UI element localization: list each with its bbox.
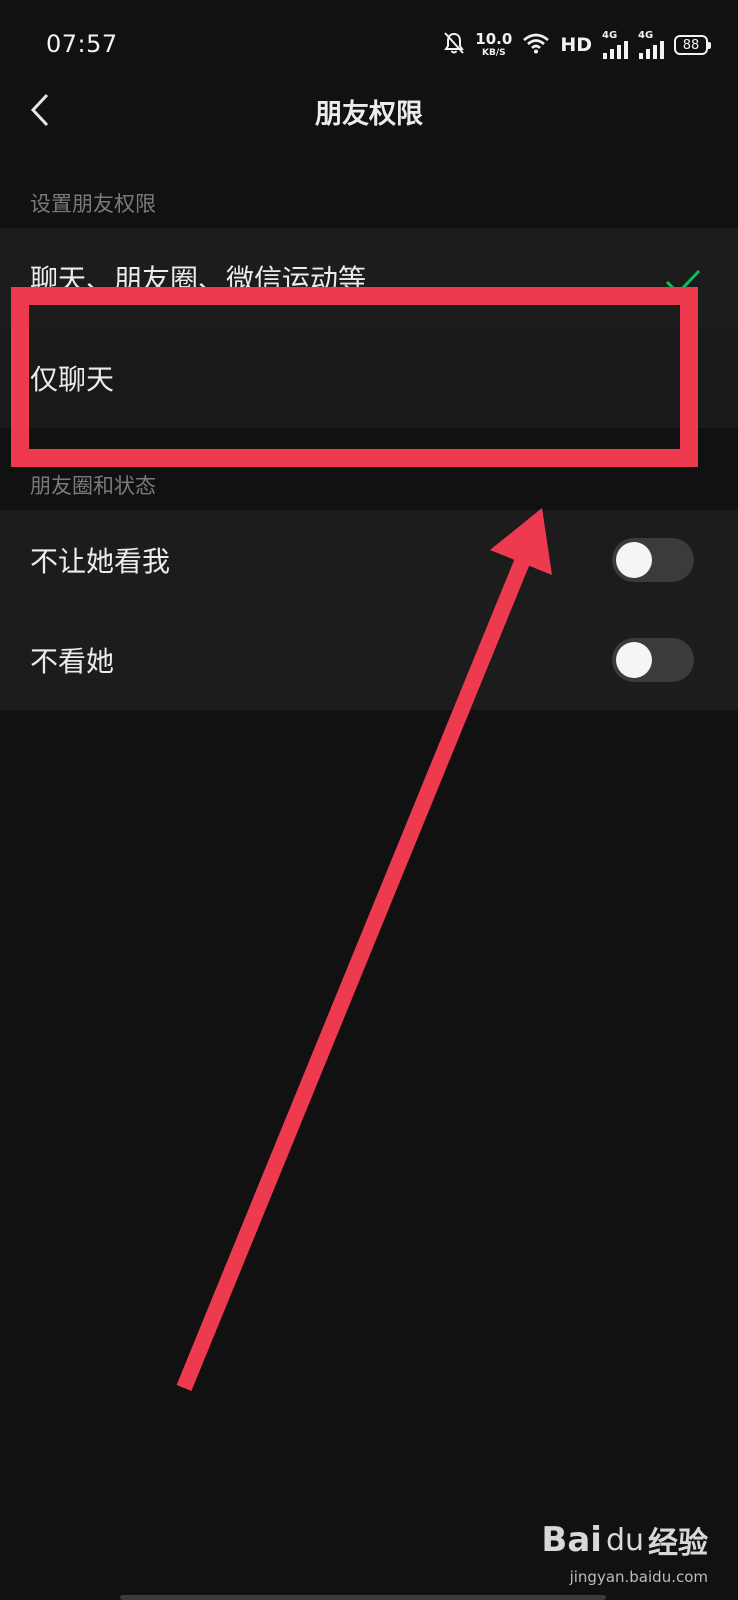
- row-hide-her-posts: 不看她: [0, 610, 738, 710]
- toggle-knob: [616, 642, 652, 678]
- signal-1: 4G: [602, 31, 628, 59]
- baidu-paw-text: du: [605, 1522, 644, 1558]
- mute-bell-icon: [443, 31, 465, 59]
- nav-bar: 朋友权限: [0, 80, 738, 140]
- baidu-jingyan-watermark: Bai du 经验: [541, 1518, 708, 1562]
- home-indicator[interactable]: [120, 1595, 606, 1600]
- net-speed-unit: KB/S: [482, 48, 506, 58]
- jingyan-text: 经验: [648, 1526, 708, 1561]
- signal-icon: [603, 41, 628, 59]
- signal-2: 4G: [638, 31, 664, 59]
- signal-2-label: 4G: [638, 30, 654, 41]
- status-bar: 07:57 10.0 KB/S HD 4G 4G 88: [0, 0, 738, 90]
- signal-icon: [639, 41, 664, 59]
- hide-my-posts-toggle[interactable]: [612, 538, 694, 582]
- hide-her-posts-toggle[interactable]: [612, 638, 694, 682]
- toggle-label: 不看她: [30, 645, 115, 678]
- friend-permission-screen: 07:57 10.0 KB/S HD 4G 4G 88 朋友权限 设置朋友权限 …: [0, 0, 738, 1600]
- toggle-knob: [616, 542, 652, 578]
- moments-card: 不让她看我 不看她: [0, 510, 738, 710]
- status-time: 07:57: [46, 30, 118, 58]
- watermark-url: jingyan.baidu.com: [569, 1568, 708, 1586]
- section-header-moments: 朋友圈和状态: [30, 474, 156, 498]
- hd-label: HD: [560, 34, 592, 56]
- section-header-permission: 设置朋友权限: [30, 192, 156, 216]
- annotation-highlight-box: [11, 287, 698, 467]
- signal-1-label: 4G: [602, 30, 618, 41]
- toggle-label: 不让她看我: [30, 545, 171, 578]
- page-title: 朋友权限: [315, 99, 423, 130]
- net-speed: 10.0 KB/S: [475, 32, 512, 58]
- battery-icon: 88: [674, 35, 711, 55]
- baidu-logo-text: Bai: [541, 1520, 602, 1560]
- row-hide-my-posts: 不让她看我: [0, 510, 738, 610]
- status-icons: 10.0 KB/S HD 4G 4G 88: [443, 28, 711, 62]
- net-speed-value: 10.0: [475, 30, 513, 48]
- wifi-icon: [522, 32, 550, 58]
